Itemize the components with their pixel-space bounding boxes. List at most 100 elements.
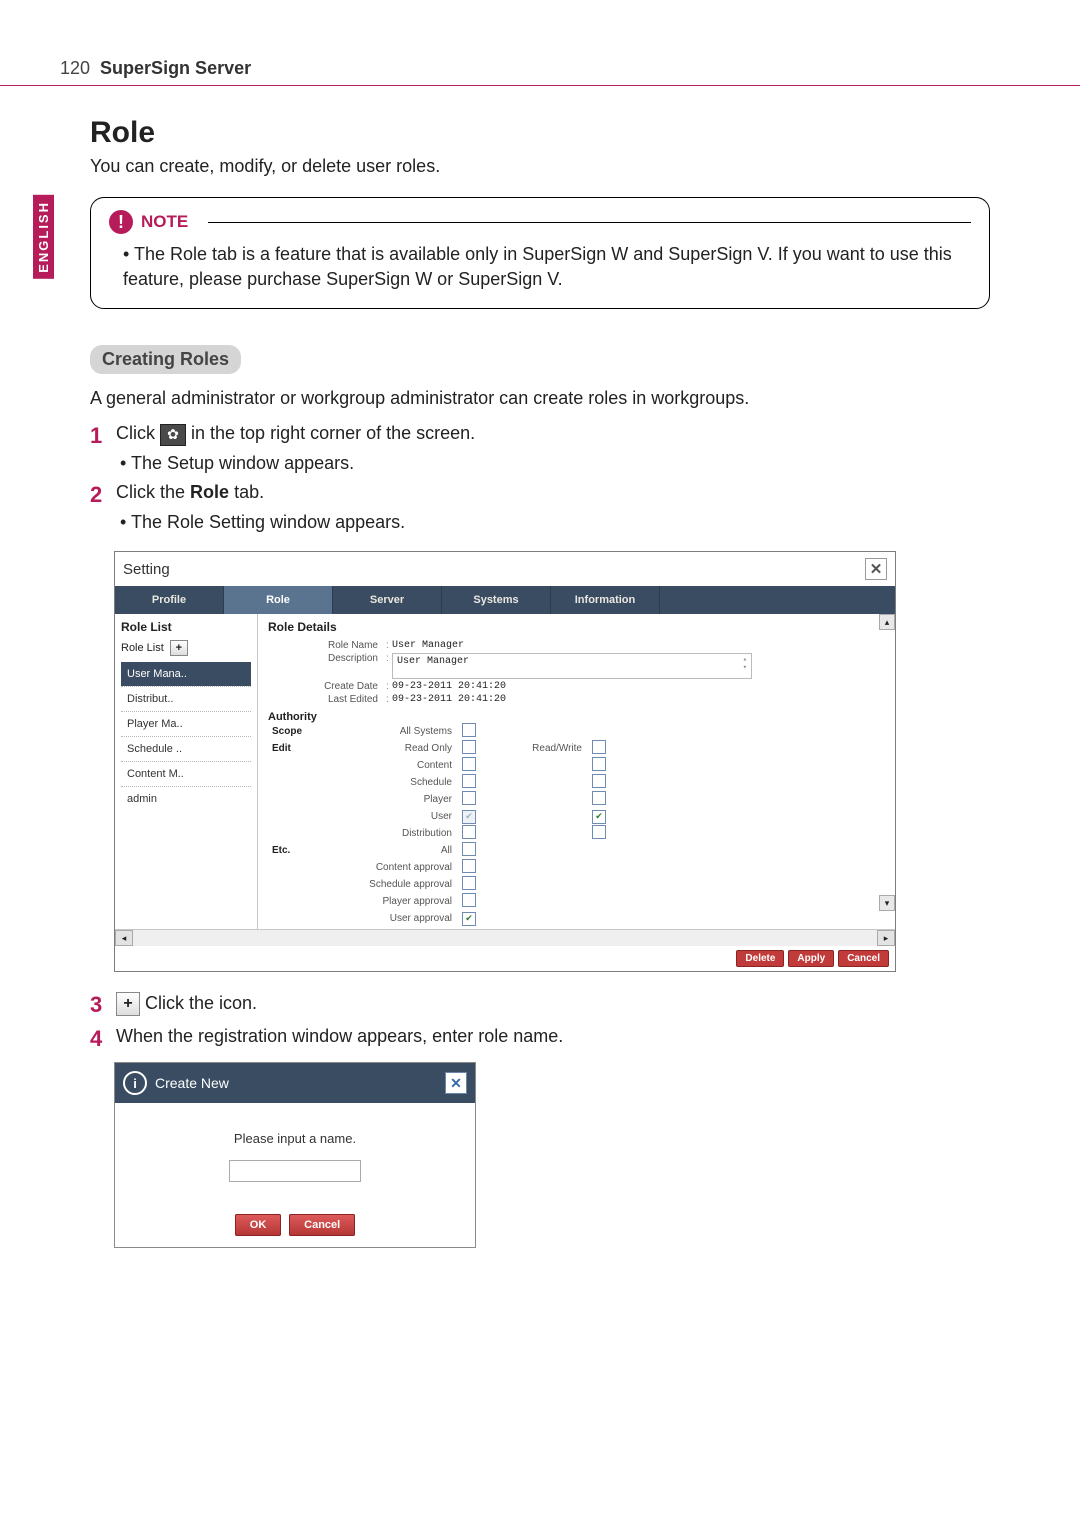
step-4-text: When the registration window appears, en… — [116, 1026, 990, 1047]
section-title: SuperSign Server — [100, 58, 251, 79]
row-content-approval: Content approval — [332, 862, 462, 873]
role-list-panel: Role List Role List + User Mana.. Distri… — [115, 614, 258, 929]
row-schedule: Schedule — [332, 777, 462, 788]
role-list-add-row: Role List + — [121, 640, 251, 656]
tab-information[interactable]: Information — [551, 586, 660, 614]
dialog-cancel-button[interactable]: Cancel — [289, 1214, 355, 1236]
note-box: ! NOTE The Role tab is a feature that is… — [90, 197, 990, 309]
role-item-content[interactable]: Content M.. — [121, 761, 251, 786]
role-list-title: Role List — [121, 620, 251, 634]
row-content: Content — [332, 760, 462, 771]
note-icon: ! — [109, 210, 133, 234]
description-value: User Manager — [397, 656, 469, 676]
checkbox-schedule-approval[interactable] — [462, 876, 476, 890]
plus-icon: + — [116, 992, 140, 1016]
step-2-text-a: Click the — [116, 482, 190, 502]
checkbox-content-approval[interactable] — [462, 859, 476, 873]
step-1-text-b: in the top right corner of the screen. — [191, 423, 475, 443]
window-title: Setting — [123, 561, 170, 578]
dialog-close-icon[interactable]: ✕ — [445, 1072, 467, 1094]
checkbox-readonly-header[interactable] — [462, 740, 476, 754]
window-footer: Delete Apply Cancel — [115, 946, 895, 971]
ok-button[interactable]: OK — [235, 1214, 282, 1236]
scope-label: Scope — [268, 726, 332, 737]
checkbox-user-rw[interactable]: ✔ — [592, 810, 606, 824]
description-field[interactable]: User Manager ▴▾ — [392, 653, 752, 679]
role-item-distribut[interactable]: Distribut.. — [121, 686, 251, 711]
step-4: 4 When the registration window appears, … — [90, 1026, 990, 1052]
role-name-label: Role Name — [268, 640, 386, 651]
name-input[interactable] — [229, 1160, 361, 1182]
step-1-sub: The Setup window appears. — [120, 453, 990, 474]
last-edited-value: 09-23-2011 20:41:20 — [392, 694, 506, 705]
scroll-left-icon[interactable]: ◂ — [115, 930, 133, 946]
scroll-down-icon[interactable]: ▾ — [879, 895, 895, 911]
role-name-value: User Manager — [392, 640, 464, 651]
create-date-value: 09-23-2011 20:41:20 — [392, 681, 506, 692]
authority-title: Authority — [268, 711, 877, 723]
tab-profile[interactable]: Profile — [115, 586, 224, 614]
step-2: 2 Click the Role tab. — [90, 482, 990, 508]
step-2-bold: Role — [190, 482, 229, 502]
apply-button[interactable]: Apply — [788, 950, 834, 967]
page-title: Role — [90, 116, 990, 150]
scroll-right-icon[interactable]: ▸ — [877, 930, 895, 946]
tab-role[interactable]: Role — [224, 586, 333, 614]
checkbox-schedule-rw[interactable] — [592, 774, 606, 788]
scroll-up-icon[interactable]: ▴ — [879, 614, 895, 630]
tab-server[interactable]: Server — [333, 586, 442, 614]
role-details-title: Role Details — [268, 620, 877, 634]
row-user: User — [332, 811, 462, 822]
close-icon[interactable]: ✕ — [865, 558, 887, 580]
info-icon: i — [123, 1071, 147, 1095]
checkbox-content-ro[interactable] — [462, 757, 476, 771]
subheading: Creating Roles — [90, 345, 241, 374]
checkbox-distribution-ro[interactable] — [462, 825, 476, 839]
checkbox-content-rw[interactable] — [592, 757, 606, 771]
step-2-text-c: tab. — [234, 482, 264, 502]
role-item-admin[interactable]: admin — [121, 786, 251, 811]
dialog-title: Create New — [155, 1075, 229, 1091]
authority-grid: Scope All Systems Edit Read Only Read/Wr… — [268, 723, 877, 927]
step-number: 1 — [90, 423, 116, 449]
checkbox-player-approval[interactable] — [462, 893, 476, 907]
horizontal-scrollbar[interactable]: ◂ ▸ — [115, 929, 895, 946]
checkbox-player-ro[interactable] — [462, 791, 476, 805]
cancel-button[interactable]: Cancel — [838, 950, 889, 967]
spinner-icon[interactable]: ▴▾ — [743, 656, 747, 676]
tab-bar: Profile Role Server Systems Information — [115, 586, 895, 614]
checkbox-readwrite-header[interactable] — [592, 740, 606, 754]
last-edited-label: Last Edited — [268, 694, 386, 705]
note-rule — [208, 222, 971, 223]
row-distribution: Distribution — [332, 828, 462, 839]
row-player: Player — [332, 794, 462, 805]
page-number: 120 — [60, 58, 90, 79]
checkbox-schedule-ro[interactable] — [462, 774, 476, 788]
checkbox-player-rw[interactable] — [592, 791, 606, 805]
checkbox-user-approval[interactable]: ✔ — [462, 912, 476, 926]
add-role-button[interactable]: + — [170, 640, 188, 656]
row-schedule-approval: Schedule approval — [332, 879, 462, 890]
step-3-text: Click the icon. — [145, 993, 257, 1013]
role-details-panel: Role Details Role Name : User Manager De… — [258, 614, 895, 929]
role-list-label: Role List — [121, 642, 164, 654]
role-item-schedule[interactable]: Schedule .. — [121, 736, 251, 761]
page-content: Role You can create, modify, or delete u… — [0, 86, 1080, 1268]
role-item-player[interactable]: Player Ma.. — [121, 711, 251, 736]
create-new-dialog: i Create New ✕ Please input a name. OK C… — [114, 1062, 476, 1248]
step-number: 3 — [90, 992, 116, 1018]
checkbox-all-systems[interactable] — [462, 723, 476, 737]
dialog-message: Please input a name. — [135, 1131, 455, 1146]
step-number: 4 — [90, 1026, 116, 1052]
language-tab: ENGLISH — [33, 195, 54, 279]
checkbox-all[interactable] — [462, 842, 476, 856]
role-item-user-manager[interactable]: User Mana.. — [121, 662, 251, 686]
step-2-sub: The Role Setting window appears. — [120, 512, 990, 533]
delete-button[interactable]: Delete — [736, 950, 784, 967]
checkbox-distribution-rw[interactable] — [592, 825, 606, 839]
step-1: 1 Click ✿ in the top right corner of the… — [90, 423, 990, 449]
tab-systems[interactable]: Systems — [442, 586, 551, 614]
readonly-label: Read Only — [332, 743, 462, 754]
etc-label: Etc. — [268, 845, 332, 856]
checkbox-user-ro[interactable]: ✔ — [462, 810, 476, 824]
